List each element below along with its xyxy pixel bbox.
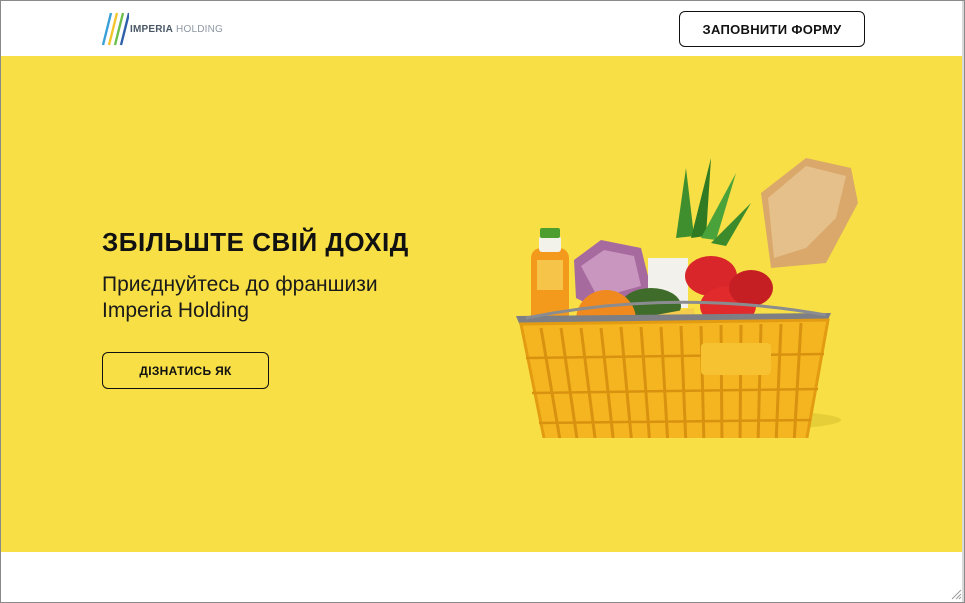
- learn-how-button[interactable]: ДІЗНАТИСЬ ЯК: [102, 352, 269, 389]
- logo-wordmark: IMPERIA HOLDING: [130, 23, 224, 35]
- fill-form-button[interactable]: ЗАПОВНИТИ ФОРМУ: [679, 11, 865, 47]
- browser-viewport: IMPERIA HOLDING ЗАПОВНИТИ ФОРМУ ЗБІЛЬШТЕ…: [0, 0, 965, 603]
- site-header: IMPERIA HOLDING ЗАПОВНИТИ ФОРМУ: [1, 1, 964, 56]
- scrollbar[interactable]: [962, 1, 964, 602]
- hero-subtitle: Приєднуйтесь до франшизи Imperia Holding: [102, 273, 378, 322]
- resize-grip-icon[interactable]: [948, 586, 962, 600]
- next-section: [1, 552, 964, 602]
- hero-section: ЗБІЛЬШТЕ СВІЙ ДОХІД Приєднуйтесь до фран…: [1, 56, 964, 552]
- imperia-holding-logo[interactable]: IMPERIA HOLDING: [101, 11, 223, 47]
- hero-title: ЗБІЛЬШТЕ СВІЙ ДОХІД: [102, 227, 409, 257]
- grocery-basket-image: [516, 158, 858, 438]
- logo-stripes-icon: [101, 12, 129, 46]
